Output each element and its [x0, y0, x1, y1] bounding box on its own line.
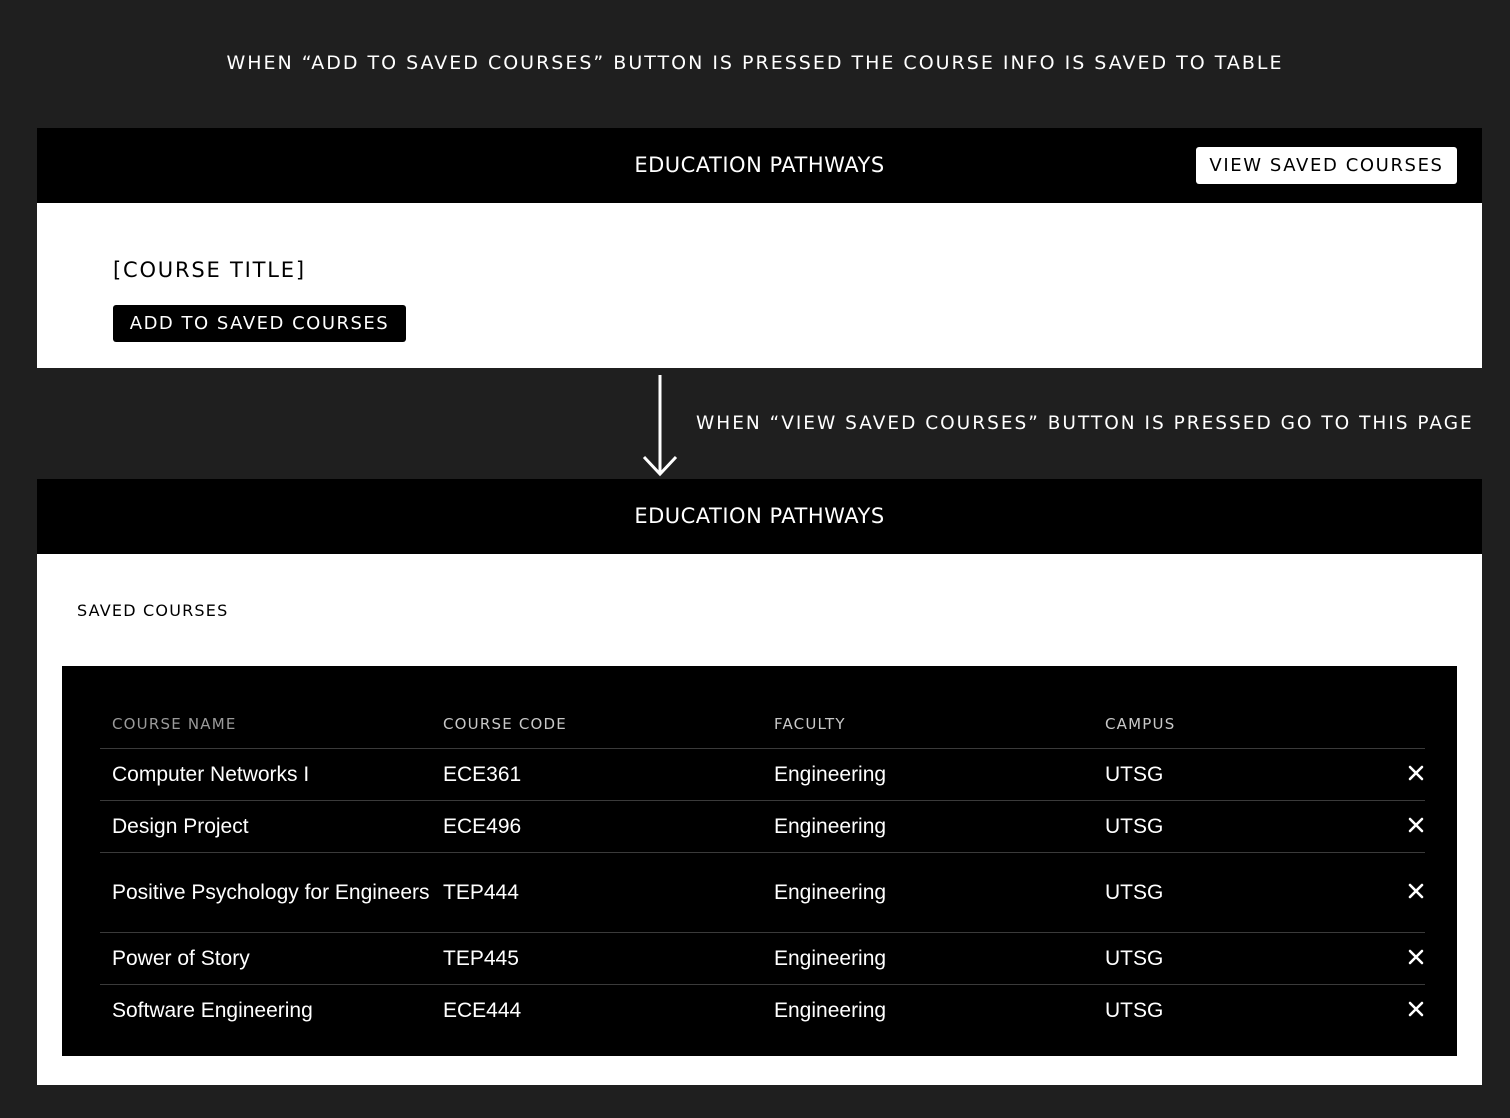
- cell-remove: [1305, 852, 1425, 933]
- cell-course-name: Positive Psychology for Engineers: [100, 852, 431, 933]
- nav-title: EDUCATION PATHWAYS: [634, 504, 885, 528]
- saved-courses-table: COURSE NAME COURSE CODE FACULTY CAMPUS C…: [100, 700, 1425, 1036]
- table-row: Design Project ECE496 Engineering UTSG: [100, 800, 1425, 853]
- column-header-course-name: COURSE NAME: [100, 700, 431, 749]
- cell-course-code: ECE444: [443, 998, 522, 1022]
- close-icon[interactable]: [1408, 1001, 1424, 1017]
- course-title: [COURSE TITLE]: [113, 258, 306, 282]
- table-row: Power of Story TEP445 Engineering UTSG: [100, 932, 1425, 985]
- column-header-remove: [1305, 700, 1425, 749]
- cell-course-name: Design Project: [100, 800, 431, 853]
- table-row: Computer Networks I ECE361 Engineering U…: [100, 748, 1425, 801]
- annotation-middle: WHEN “VIEW SAVED COURSES” BUTTON IS PRES…: [696, 413, 1474, 434]
- close-icon[interactable]: [1408, 883, 1424, 899]
- add-to-saved-courses-button[interactable]: ADD TO SAVED COURSES: [113, 305, 406, 342]
- saved-courses-panel: SAVED COURSES COURSE NAME COURSE CODE FA…: [37, 554, 1482, 1085]
- column-header-campus: CAMPUS: [1093, 700, 1305, 749]
- cell-faculty: Engineering: [762, 748, 1093, 801]
- arrow-down-icon: [642, 375, 678, 477]
- column-header-faculty: FACULTY: [762, 700, 1093, 749]
- cell-campus: UTSG: [1093, 852, 1305, 933]
- cell-remove: [1305, 748, 1425, 801]
- table-header-row: COURSE NAME COURSE CODE FACULTY CAMPUS: [100, 700, 1425, 749]
- table-row: Software Engineering ECE444 Engineering …: [100, 985, 1425, 1037]
- cell-course-code: TEP444: [431, 852, 762, 933]
- cell-campus: UTSG: [1093, 932, 1305, 985]
- cell-faculty: Engineering: [762, 800, 1093, 853]
- cell-faculty: Engineering: [762, 932, 1093, 985]
- navbar-saved-page: EDUCATION PATHWAYS: [37, 479, 1482, 554]
- cell-faculty: Engineering: [774, 998, 887, 1022]
- saved-courses-table-container: COURSE NAME COURSE CODE FACULTY CAMPUS C…: [62, 666, 1457, 1056]
- cell-campus: UTSG: [1093, 800, 1305, 853]
- close-icon[interactable]: [1408, 949, 1424, 965]
- cell-course-name: Computer Networks I: [100, 748, 431, 801]
- cell-campus: UTSG: [1093, 748, 1305, 801]
- close-icon[interactable]: [1408, 765, 1424, 781]
- course-panel: [COURSE TITLE] ADD TO SAVED COURSES: [37, 203, 1482, 368]
- cell-course-name: Software Engineering: [112, 998, 313, 1022]
- cell-course-code: ECE361: [431, 748, 762, 801]
- table-row: Positive Psychology for Engineers TEP444…: [100, 852, 1425, 933]
- close-icon[interactable]: [1408, 817, 1424, 833]
- cell-campus: UTSG: [1105, 998, 1164, 1022]
- cell-remove: [1305, 800, 1425, 853]
- cell-course-name: Power of Story: [100, 932, 431, 985]
- cell-course-code: TEP445: [431, 932, 762, 985]
- cell-remove: [1305, 985, 1425, 1037]
- cell-remove: [1305, 932, 1425, 985]
- column-header-course-code: COURSE CODE: [431, 700, 762, 749]
- view-saved-courses-button[interactable]: VIEW SAVED COURSES: [1196, 147, 1457, 184]
- cell-faculty: Engineering: [762, 852, 1093, 933]
- cell-course-code: ECE496: [431, 800, 762, 853]
- annotation-top: WHEN “ADD TO SAVED COURSES” BUTTON IS PR…: [226, 52, 1284, 74]
- navbar-course-page: EDUCATION PATHWAYS VIEW SAVED COURSES: [37, 128, 1482, 203]
- saved-courses-heading: SAVED COURSES: [77, 601, 229, 620]
